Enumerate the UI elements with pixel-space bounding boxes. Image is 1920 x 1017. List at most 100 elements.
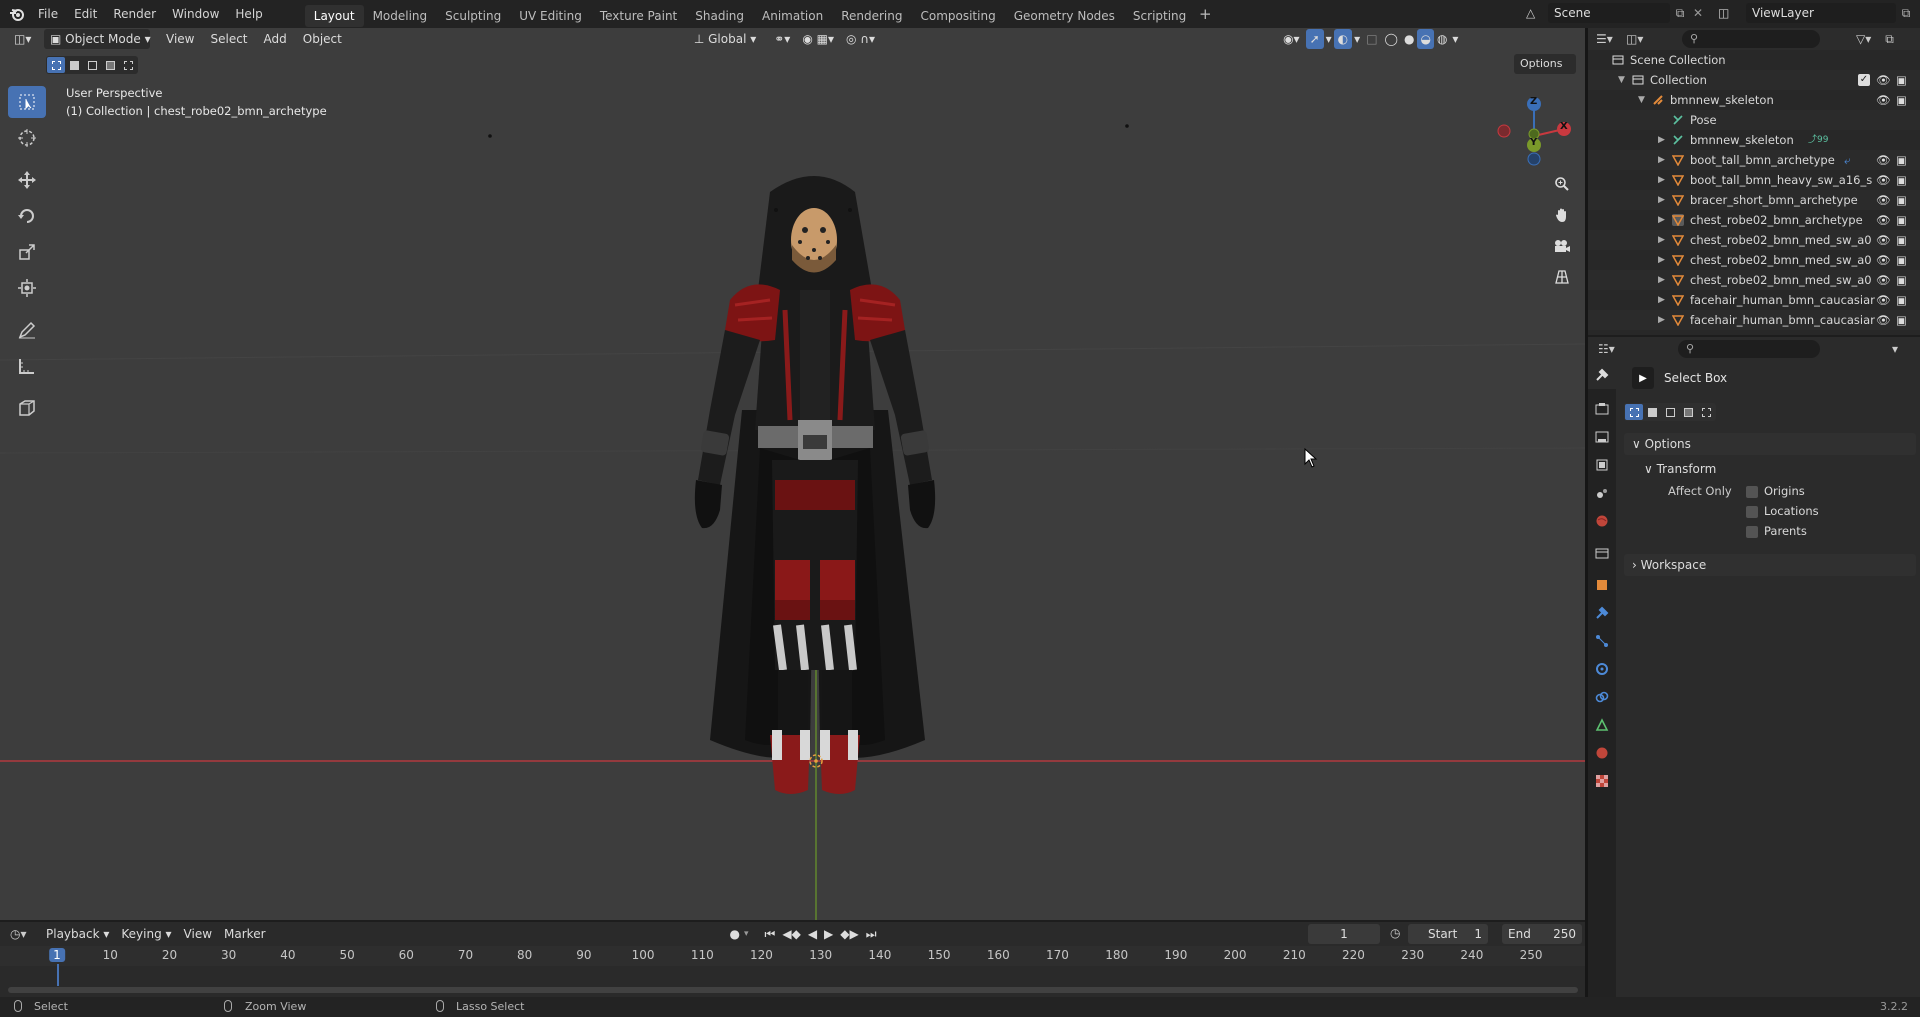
visibility-eye-icon[interactable]: 👁︎ <box>1876 230 1891 250</box>
outliner-row[interactable]: ▶ chest_robe02_bmn_med_sw_a0 👁︎ ▣ <box>1588 230 1920 250</box>
gizmo-menu-icon[interactable]: ▾ <box>1324 29 1334 49</box>
blender-logo-icon[interactable] <box>4 0 30 28</box>
expand-arrow-icon[interactable]: ▶ <box>1658 310 1665 330</box>
visibility-eye-icon[interactable]: 👁︎ <box>1876 70 1891 90</box>
annotate-tool-icon[interactable] <box>8 314 46 346</box>
mode-difference-icon[interactable] <box>1679 404 1697 420</box>
outliner-row[interactable]: ▶ boot_tall_bmn_archetype ⤶ 👁︎ ▣ <box>1588 150 1920 170</box>
material-shading-icon[interactable]: ◒ <box>1417 29 1434 49</box>
solid-shading-icon[interactable]: ● <box>1401 29 1417 49</box>
tab-rendering[interactable]: Rendering <box>832 5 911 27</box>
workspace-panel-header[interactable]: › Workspace <box>1624 554 1916 576</box>
render-camera-icon[interactable]: ▣ <box>1896 250 1907 270</box>
material-tab-icon[interactable] <box>1588 739 1616 767</box>
keying-menu[interactable]: Keying ▾ <box>115 924 177 944</box>
properties-search-input[interactable]: ⚲ <box>1678 340 1820 358</box>
constraints-tab-icon[interactable] <box>1588 683 1616 711</box>
overlay-menu-icon[interactable]: ▾ <box>1352 29 1362 49</box>
object-mode-select[interactable]: ▣ Object Mode ▾ <box>44 29 151 49</box>
add-workspace-icon[interactable]: + <box>1195 5 1215 23</box>
select-mode-invert-icon[interactable] <box>101 57 119 73</box>
next-keyframe-icon[interactable]: ◆▶ <box>840 927 858 942</box>
outliner-row[interactable]: ▶ chest_robe02_bmn_med_sw_a0 👁︎ ▣ <box>1588 270 1920 290</box>
view-layer-tab-icon[interactable] <box>1588 451 1616 479</box>
rotate-tool-icon[interactable] <box>8 200 46 232</box>
render-camera-icon[interactable]: ▣ <box>1896 70 1907 90</box>
render-camera-icon[interactable]: ▣ <box>1896 290 1907 310</box>
render-camera-icon[interactable]: ▣ <box>1896 150 1907 170</box>
tab-animation[interactable]: Animation <box>753 5 832 27</box>
expand-arrow-icon[interactable]: ▶ <box>1658 190 1665 210</box>
visibility-eye-icon[interactable]: 👁︎ <box>1876 250 1891 270</box>
mode-set-icon[interactable] <box>1625 404 1643 420</box>
proportional-edit-icon[interactable]: ◎ ∩▾ <box>840 29 881 49</box>
outliner-row[interactable]: ▶ bmnnew_skeleton ⤴99 <box>1588 130 1920 150</box>
object-menu[interactable]: Object <box>297 29 348 49</box>
shading-menu-icon[interactable]: ▾ <box>1450 29 1460 49</box>
expand-arrow-icon[interactable]: ▶ <box>1658 150 1665 170</box>
render-camera-icon[interactable]: ▣ <box>1896 310 1907 330</box>
data-tab-icon[interactable] <box>1588 711 1616 739</box>
menu-window[interactable]: Window <box>164 0 227 28</box>
3d-viewport[interactable]: ◫▾ ▣ Object Mode ▾ View Select Add Objec… <box>0 28 1585 920</box>
navigation-gizmo[interactable]: Z X Y <box>1490 86 1580 176</box>
properties-options-icon[interactable]: ▾ <box>1892 342 1898 356</box>
playback-menu[interactable]: Playback ▾ <box>40 924 115 944</box>
tab-texture-paint[interactable]: Texture Paint <box>591 5 686 27</box>
physics-tab-icon[interactable] <box>1588 655 1616 683</box>
tab-layout[interactable]: Layout <box>304 4 364 27</box>
expand-arrow-icon[interactable]: ▶ <box>1658 130 1665 150</box>
world-tab-icon[interactable] <box>1588 507 1616 535</box>
expand-arrow-icon[interactable]: ▶ <box>1658 290 1665 310</box>
xray-icon[interactable]: □ <box>1362 29 1381 49</box>
start-frame-field[interactable]: Start 1 <box>1408 924 1488 944</box>
parents-checkbox[interactable]: Parents <box>1746 524 1807 538</box>
menu-file[interactable]: File <box>30 0 66 28</box>
tab-sculpting[interactable]: Sculpting <box>436 5 510 27</box>
prev-keyframe-icon[interactable]: ◀◆ <box>782 927 800 942</box>
select-box-tool-icon[interactable] <box>8 86 46 118</box>
marker-menu[interactable]: Marker <box>218 924 271 944</box>
select-mode-extend-icon[interactable] <box>65 57 83 73</box>
tab-modeling[interactable]: Modeling <box>364 5 437 27</box>
expand-arrow-icon[interactable]: ▶ <box>1658 270 1665 290</box>
preview-range-icon[interactable]: ◷ <box>1390 926 1400 940</box>
options-button[interactable]: Options <box>1514 54 1576 74</box>
current-frame-field[interactable]: 1 <box>1308 924 1380 944</box>
render-camera-icon[interactable]: ▣ <box>1896 90 1907 110</box>
overlay-toggle-icon[interactable]: ◐ <box>1333 29 1353 49</box>
render-camera-icon[interactable]: ▣ <box>1896 170 1907 190</box>
snap-icon[interactable]: ◉ ▦▾ <box>796 29 840 49</box>
filter-icon[interactable]: ▽▾ <box>1856 32 1871 46</box>
cursor-tool-icon[interactable] <box>8 122 46 154</box>
end-frame-field[interactable]: End 250 <box>1502 924 1582 944</box>
timeline-editor-type-icon[interactable]: ◷▾ <box>0 927 40 941</box>
add-menu[interactable]: Add <box>258 29 293 49</box>
visibility-eye-icon[interactable]: 👁︎ <box>1876 210 1891 230</box>
gizmo-toggle-icon[interactable]: ➚ <box>1305 29 1324 49</box>
expand-arrow-icon[interactable]: ▶ <box>1658 250 1665 270</box>
mode-intersect-icon[interactable] <box>1697 404 1715 420</box>
texture-tab-icon[interactable] <box>1588 767 1616 795</box>
object-tab-icon[interactable] <box>1588 571 1616 599</box>
pivot-point-icon[interactable]: ⚭▾ <box>768 29 796 49</box>
scene-tab-icon[interactable] <box>1588 479 1616 507</box>
visibility-eye-icon[interactable]: 👁︎ <box>1876 90 1891 110</box>
visibility-eye-icon[interactable]: 👁︎ <box>1876 150 1891 170</box>
play-reverse-icon[interactable]: ◀ <box>808 927 817 942</box>
outliner-row[interactable]: Scene Collection <box>1588 50 1920 70</box>
locations-checkbox[interactable]: Locations <box>1746 504 1819 518</box>
editor-type-icon[interactable]: ◫▾ <box>8 29 42 49</box>
options-panel-header[interactable]: ∨ Options <box>1624 433 1916 455</box>
timeline-view-menu[interactable]: View <box>178 924 218 944</box>
exclude-checkbox[interactable]: ✓ <box>1858 74 1870 86</box>
display-mode-icon[interactable]: ◫▾ <box>1626 32 1660 46</box>
outliner-search-input[interactable]: ⚲ <box>1682 30 1820 48</box>
visibility-eye-icon[interactable]: 👁︎ <box>1876 310 1891 330</box>
properties-editor-type-icon[interactable]: ☷▾ <box>1588 342 1628 356</box>
new-collection-icon[interactable]: ⧉ <box>1885 32 1894 47</box>
visibility-eye-icon[interactable]: 👁︎ <box>1876 170 1891 190</box>
menu-edit[interactable]: Edit <box>66 0 105 28</box>
mode-subtract-icon[interactable] <box>1661 404 1679 420</box>
scene-icon[interactable]: △ <box>1526 6 1548 20</box>
